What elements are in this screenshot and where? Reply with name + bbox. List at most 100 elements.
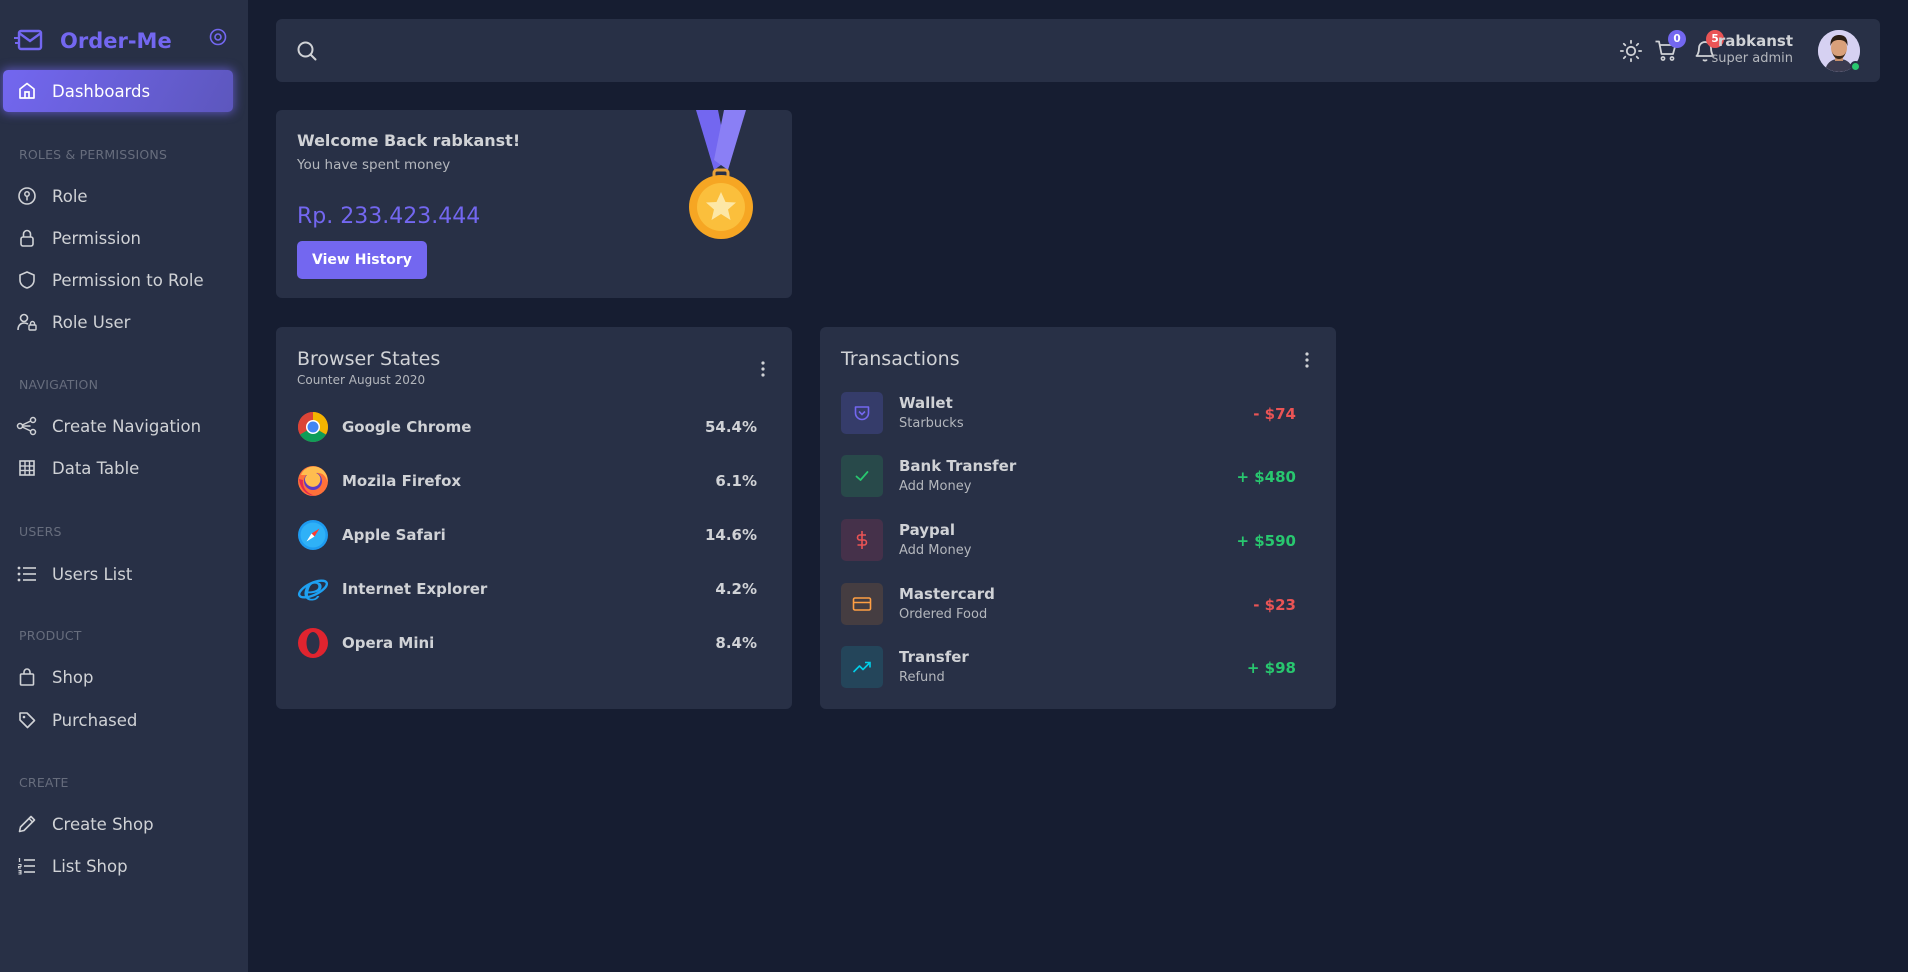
sidebar-item-label: Role xyxy=(52,186,88,206)
user-role: super admin xyxy=(1711,51,1793,66)
sidebar-item-permission-to-role[interactable]: Permission to Role xyxy=(3,259,233,301)
sidebar-item-label: Create Shop xyxy=(52,814,154,834)
sun-icon[interactable] xyxy=(1619,39,1643,63)
sidebar-item-create-navigation[interactable]: Create Navigation xyxy=(3,405,233,447)
brand[interactable]: Order-Me xyxy=(14,28,172,54)
more-vertical-icon[interactable] xyxy=(1304,351,1310,369)
transaction-row: Bank Transfer Add Money + $480 xyxy=(841,455,1316,499)
sidebar-item-data-table[interactable]: Data Table xyxy=(3,447,233,489)
pencil-icon xyxy=(16,813,38,835)
cart-button[interactable]: 0 xyxy=(1654,30,1686,65)
list-icon xyxy=(16,563,38,585)
sidebar-item-label: Permission xyxy=(52,228,141,248)
sidebar-item-label: Permission to Role xyxy=(52,270,204,290)
transaction-amount: + $590 xyxy=(1236,532,1296,550)
list-item: Google Chrome 54.4% xyxy=(297,411,757,443)
share-nodes-icon xyxy=(16,415,38,437)
sidebar-item-users-list[interactable]: Users List xyxy=(3,553,233,595)
credit-card-icon xyxy=(841,583,883,625)
welcome-subtitle: You have spent money xyxy=(297,157,451,173)
sidebar-item-dashboards[interactable]: Dashboards xyxy=(3,70,233,112)
transaction-detail: Starbucks xyxy=(899,416,964,431)
sidebar-item-shop[interactable]: Shop xyxy=(3,656,233,698)
browser-percentage: 14.6% xyxy=(704,526,757,544)
browser-name: Mozila Firefox xyxy=(342,472,462,490)
transaction-name: Bank Transfer xyxy=(899,457,1017,475)
user-info[interactable]: rabkanst super admin xyxy=(1712,32,1793,66)
card-title: Transactions xyxy=(841,348,960,370)
sidebar-item-role[interactable]: Role xyxy=(3,175,233,217)
ordered-list-icon xyxy=(16,855,38,877)
list-item: Apple Safari 14.6% xyxy=(297,519,757,551)
browser-name: Google Chrome xyxy=(342,418,472,436)
wallet-icon xyxy=(841,392,883,434)
browser-name: Apple Safari xyxy=(342,526,446,544)
sidebar-item-label: Dashboards xyxy=(52,81,151,101)
sidebar-item-list-shop[interactable]: List Shop xyxy=(3,845,233,887)
sidebar: Order-Me Dashboards ROLES & PERMISSIONS … xyxy=(0,0,248,972)
section-header-roles: ROLES & PERMISSIONS xyxy=(19,147,168,162)
chrome-icon xyxy=(297,412,329,443)
transaction-detail: Ordered Food xyxy=(899,607,988,622)
brand-logo-icon xyxy=(14,29,43,51)
browser-percentage: 4.2% xyxy=(715,580,757,598)
transaction-name: Wallet xyxy=(899,394,953,412)
browser-name: Opera Mini xyxy=(342,634,435,652)
transaction-name: Mastercard xyxy=(899,585,995,603)
table-icon xyxy=(16,457,38,479)
sidebar-item-role-user[interactable]: Role User xyxy=(3,301,233,343)
user-name: rabkanst xyxy=(1717,32,1793,50)
list-item: e Internet Explorer 4.2% xyxy=(297,573,757,605)
internet-explorer-icon: e xyxy=(297,573,329,605)
transaction-amount: - $23 xyxy=(1253,596,1296,614)
sidebar-item-label: Role User xyxy=(52,312,131,332)
welcome-title: Welcome Back rabkanst! xyxy=(297,131,521,150)
tag-icon xyxy=(16,709,38,731)
sidebar-item-create-shop[interactable]: Create Shop xyxy=(3,803,233,845)
list-item: Mozila Firefox 6.1% xyxy=(297,465,757,497)
sidebar-item-label: Purchased xyxy=(52,710,138,730)
section-header-navigation: NAVIGATION xyxy=(19,377,99,392)
list-item: Opera Mini 8.4% xyxy=(297,627,757,659)
online-status-dot xyxy=(1850,61,1861,72)
dollar-icon xyxy=(841,519,883,561)
avatar[interactable] xyxy=(1818,30,1861,72)
home-icon xyxy=(16,80,38,102)
browser-percentage: 8.4% xyxy=(715,634,757,652)
shield-icon xyxy=(16,269,38,291)
collapse-toggle-icon[interactable] xyxy=(209,28,227,46)
sidebar-item-label: Shop xyxy=(52,667,94,687)
browser-name: Internet Explorer xyxy=(342,580,488,598)
welcome-card: Welcome Back rabkanst! You have spent mo… xyxy=(276,110,792,298)
transaction-amount: - $74 xyxy=(1253,405,1296,423)
safari-icon xyxy=(298,520,328,550)
check-icon xyxy=(841,455,883,497)
section-header-users: USERS xyxy=(19,524,62,539)
section-header-create: CREATE xyxy=(19,775,69,790)
firefox-icon xyxy=(298,466,328,496)
card-subtitle: Counter August 2020 xyxy=(297,373,426,387)
transaction-row: Mastercard Ordered Food - $23 xyxy=(841,583,1316,627)
sidebar-item-label: Create Navigation xyxy=(52,416,202,436)
transaction-row: Transfer Refund + $98 xyxy=(841,646,1316,690)
transaction-amount: + $480 xyxy=(1236,468,1296,486)
browser-percentage: 6.1% xyxy=(715,472,757,490)
sidebar-item-label: Users List xyxy=(52,564,133,584)
view-history-button[interactable]: View History xyxy=(297,241,427,279)
sidebar-item-permission[interactable]: Permission xyxy=(3,217,233,259)
brand-name: Order-Me xyxy=(60,29,172,53)
sidebar-item-purchased[interactable]: Purchased xyxy=(3,699,233,741)
trending-up-icon xyxy=(841,646,883,688)
section-header-product: PRODUCT xyxy=(19,628,82,643)
sidebar-item-label: Data Table xyxy=(52,458,140,478)
transaction-amount: + $98 xyxy=(1246,659,1296,677)
shopping-bag-icon xyxy=(16,666,38,688)
more-vertical-icon[interactable] xyxy=(760,360,766,378)
transaction-name: Transfer xyxy=(899,648,969,666)
transaction-detail: Add Money xyxy=(899,479,972,494)
search-icon[interactable] xyxy=(295,39,319,63)
transaction-name: Paypal xyxy=(899,521,956,539)
user-lock-icon xyxy=(16,311,38,333)
svg-text:e: e xyxy=(303,573,323,605)
transaction-row: Wallet Starbucks - $74 xyxy=(841,392,1316,436)
